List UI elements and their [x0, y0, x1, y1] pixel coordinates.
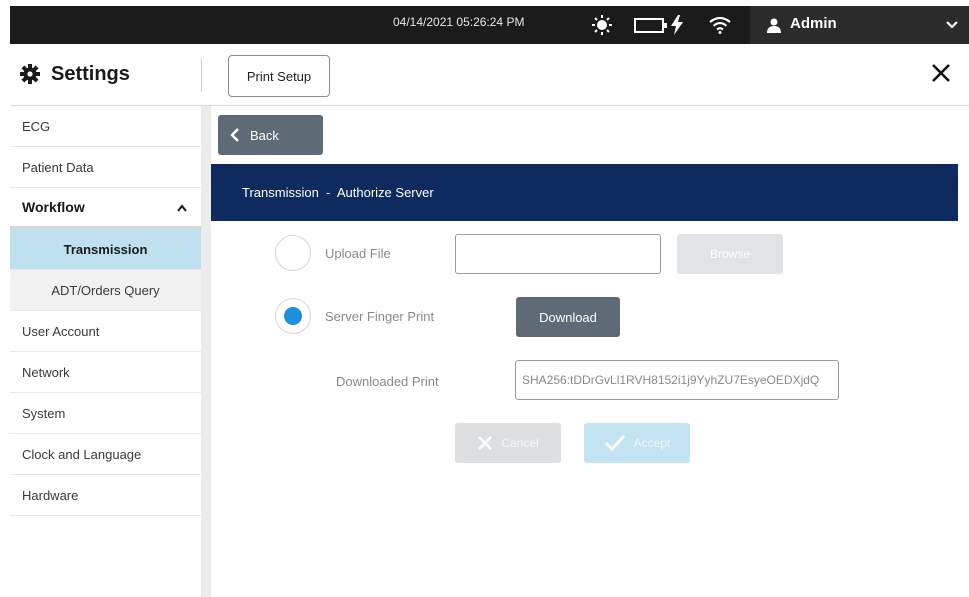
sidebar-item-ecg[interactable]: ECG — [10, 106, 201, 147]
sidebar-item-label: System — [22, 405, 66, 421]
back-button[interactable]: Back — [218, 115, 323, 155]
sidebar-item-label: Clock and Language — [22, 446, 142, 462]
sidebar-item-label: User Account — [22, 323, 100, 339]
settings-header: Settings Print Setup — [10, 44, 969, 106]
checkmark-icon — [604, 434, 625, 452]
sidebar-item-label: Workflow — [22, 199, 85, 215]
sidebar-item-label: Patient Data — [22, 159, 94, 175]
accept-button[interactable]: Accept — [584, 423, 690, 463]
sidebar-item-workflow[interactable]: Workflow — [10, 188, 201, 229]
close-icon[interactable] — [930, 62, 952, 84]
downloaded-print-field[interactable]: SHA256:tDDrGvLl1RVH8152i1j9YyhZU7EsyeOED… — [515, 360, 839, 400]
chevron-up-icon[interactable] — [177, 204, 187, 212]
sidebar-scrollbar[interactable] — [201, 106, 211, 597]
accept-button-label: Accept — [633, 436, 671, 450]
cancel-button[interactable]: Cancel — [455, 423, 561, 463]
browse-button[interactable]: Browse — [677, 234, 783, 274]
sidebar-item-label: ECG — [22, 118, 51, 134]
sidebar-item-network[interactable]: Network — [10, 352, 201, 393]
server-finger-print-radio[interactable] — [275, 298, 311, 334]
sidebar-item-transmission[interactable]: Transmission — [10, 229, 201, 270]
section-banner: Transmission - Authorize Server — [211, 164, 958, 221]
sidebar-item-hardware[interactable]: Hardware — [10, 475, 201, 516]
chevron-down-icon[interactable] — [945, 19, 959, 31]
status-bar: 04/14/2021 05:26:24 PM Admin — [10, 6, 969, 44]
radio-selected-dot — [284, 307, 302, 325]
section-title: Transmission - Authorize Server — [242, 185, 434, 200]
chevron-left-icon — [230, 128, 239, 142]
sidebar-item-label: Hardware — [22, 487, 79, 503]
back-button-label: Back — [250, 127, 279, 143]
server-finger-print-label: Server Finger Print — [325, 309, 435, 324]
upload-file-label: Upload File — [325, 246, 391, 261]
sidebar-item-label: Transmission — [63, 241, 148, 257]
sidebar-item-system[interactable]: System — [10, 393, 201, 434]
datetime: 04/14/2021 05:26:24 PM — [393, 15, 525, 29]
user-menu[interactable]: Admin — [750, 6, 969, 44]
cancel-button-label: Cancel — [501, 436, 539, 450]
print-setup-button[interactable]: Print Setup — [228, 55, 330, 97]
user-icon — [767, 18, 781, 33]
header-divider — [201, 58, 202, 92]
wifi-icon[interactable] — [709, 16, 731, 34]
charging-bolt-icon — [671, 15, 683, 35]
sidebar-item-patient-data[interactable]: Patient Data — [10, 147, 201, 188]
sidebar-item-user-account[interactable]: User Account — [10, 311, 201, 352]
download-button[interactable]: Download — [516, 297, 620, 337]
gear-icon — [20, 64, 40, 84]
sidebar-item-clock-and-language[interactable]: Clock and Language — [10, 434, 201, 475]
sun-icon[interactable] — [592, 15, 612, 35]
sidebar-item-adt-orders-query[interactable]: ADT/Orders Query — [10, 270, 201, 311]
close-icon — [478, 436, 493, 450]
downloaded-print-label: Downloaded Print — [336, 374, 439, 389]
sidebar-item-label: Network — [22, 364, 70, 380]
sidebar-item-label: ADT/Orders Query — [51, 282, 160, 298]
battery-charging-icon — [634, 18, 667, 33]
settings-sidebar: ECG Patient Data Workflow Transmission A… — [10, 106, 201, 597]
user-name: Admin — [790, 15, 837, 32]
upload-file-radio[interactable] — [275, 235, 311, 271]
page-title: Settings — [51, 63, 130, 85]
upload-file-input[interactable] — [455, 234, 661, 274]
